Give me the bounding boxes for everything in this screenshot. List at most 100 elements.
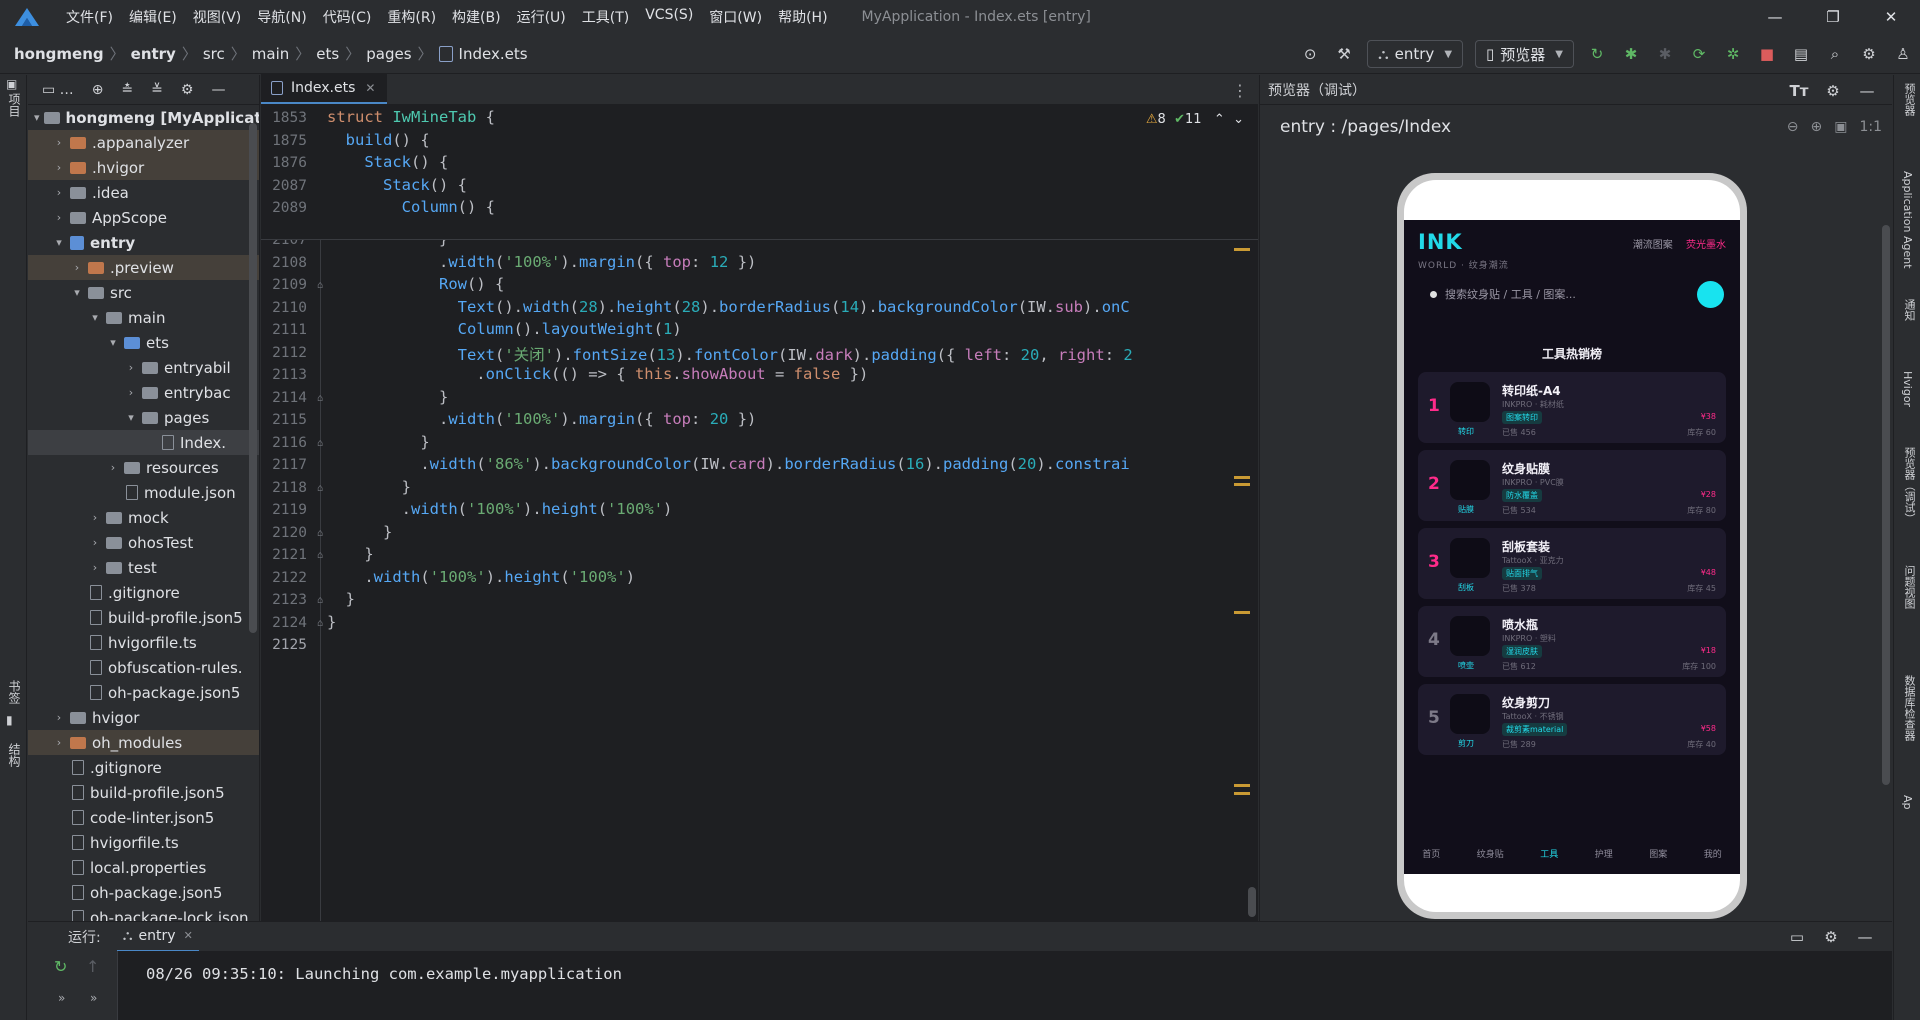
- sticky-code-line[interactable]: build() {: [327, 131, 430, 149]
- apply-changes-icon[interactable]: ⟳: [1687, 42, 1711, 66]
- breadcrumb-main[interactable]: main: [252, 45, 289, 63]
- stripe-mark[interactable]: [1234, 483, 1250, 486]
- more-options-icon[interactable]: ⋮: [1232, 81, 1248, 100]
- chevron-right-icon[interactable]: ›: [88, 536, 102, 549]
- tree-item[interactable]: build-profile.json5: [28, 780, 259, 805]
- tree-item[interactable]: .gitignore: [28, 580, 259, 605]
- search-button[interactable]: [1697, 281, 1724, 308]
- tree-item[interactable]: › resources: [28, 455, 259, 480]
- stripe-mark[interactable]: [1234, 784, 1250, 787]
- bookmarks-tool-tab[interactable]: 书签: [6, 680, 23, 704]
- tree-item[interactable]: › .appanalyzer: [28, 130, 259, 155]
- zoom-ratio[interactable]: 1:1: [1859, 119, 1882, 135]
- previewer-scrollbar[interactable]: [1882, 225, 1890, 785]
- tree-item[interactable]: ▾ hongmeng [MyApplicati: [28, 105, 259, 130]
- menu-item[interactable]: 构建(B): [444, 7, 509, 27]
- tree-item[interactable]: › entrybac: [28, 380, 259, 405]
- bookmark-icon[interactable]: ▮: [6, 713, 13, 727]
- settings-icon[interactable]: ⚙: [1821, 79, 1845, 103]
- tree-item[interactable]: ▾ main: [28, 305, 259, 330]
- fold-marker-icon[interactable]: ⌂: [317, 550, 323, 561]
- right-tool-tab[interactable]: 数据库检查器: [1901, 675, 1917, 741]
- tree-item[interactable]: module.json: [28, 480, 259, 505]
- tab-1[interactable]: 纹身贴: [1477, 847, 1504, 860]
- tree-item[interactable]: ▾ src: [28, 280, 259, 305]
- code-line[interactable]: Text().width(28).height(28).borderRadius…: [327, 298, 1130, 316]
- editor-tab-index-ets[interactable]: Index.ets ✕: [261, 74, 388, 104]
- sticky-code-line[interactable]: Stack() {: [327, 176, 467, 194]
- breadcrumb-src[interactable]: src: [203, 45, 225, 63]
- tree-item[interactable]: oh-package.json5: [28, 680, 259, 705]
- right-tool-tab[interactable]: 预览器（调试）: [1901, 447, 1917, 524]
- search-bar[interactable]: 搜索纹身贴 / 工具 / 图案...: [1418, 274, 1726, 314]
- chevron-right-icon[interactable]: ›: [124, 386, 138, 399]
- structure-tool-tab[interactable]: 结构: [6, 743, 23, 767]
- stripe-mark[interactable]: [1234, 476, 1250, 479]
- chevron-up-icon[interactable]: ⌃: [1214, 112, 1225, 127]
- chevron-right-icon[interactable]: ›: [52, 736, 66, 749]
- breadcrumb-file[interactable]: Index.ets: [459, 45, 528, 63]
- breadcrumb-ets[interactable]: ets: [316, 45, 339, 63]
- menu-item[interactable]: 代码(C): [315, 7, 380, 27]
- right-tool-tab[interactable]: Ap: [1901, 795, 1914, 810]
- folder-icon[interactable]: ▣: [6, 77, 17, 91]
- chevron-down-icon[interactable]: ▾: [106, 336, 120, 349]
- tree-item[interactable]: obfuscation-rules.: [28, 655, 259, 680]
- code-line[interactable]: }: [327, 545, 373, 563]
- tree-item[interactable]: .gitignore: [28, 755, 259, 780]
- tree-item[interactable]: code-linter.json5: [28, 805, 259, 830]
- chevron-down-icon[interactable]: ▾: [34, 111, 40, 124]
- expand-icon[interactable]: »: [90, 991, 97, 1005]
- tab-4[interactable]: 图案: [1649, 847, 1667, 860]
- hide-panel-icon[interactable]: —: [211, 82, 225, 98]
- sticky-scroll-header[interactable]: 1853 struct IwMineTab {1875 build() {1876…: [261, 106, 1258, 240]
- menu-item[interactable]: 工具(T): [574, 7, 637, 27]
- locate-icon[interactable]: ⊕: [92, 82, 104, 98]
- chevron-right-icon[interactable]: ›: [52, 711, 66, 724]
- tree-item[interactable]: hvigorfile.ts: [28, 830, 259, 855]
- sticky-code-line[interactable]: Stack() {: [327, 153, 448, 171]
- right-tool-tab[interactable]: 问题视图: [1901, 565, 1917, 609]
- zoom-in-icon[interactable]: ⊕: [1811, 119, 1823, 135]
- right-tool-tab[interactable]: 通知: [1901, 299, 1917, 321]
- run-config-select[interactable]: ⛬ entry ▼: [1367, 40, 1464, 68]
- fold-marker-icon[interactable]: ⌂: [317, 618, 323, 629]
- sticky-code-line[interactable]: Column() {: [327, 198, 495, 216]
- expand-all-icon[interactable]: ≛: [121, 82, 133, 98]
- gear-icon[interactable]: ⚙: [181, 82, 194, 98]
- tree-item[interactable]: ▾ ets: [28, 330, 259, 355]
- rerun-icon[interactable]: ↻: [1585, 42, 1609, 66]
- code-line[interactable]: }: [327, 613, 336, 631]
- chevron-right-icon[interactable]: ›: [70, 261, 84, 274]
- code-line[interactable]: .width('100%').height('100%'): [327, 568, 635, 586]
- tree-item[interactable]: › .hvigor: [28, 155, 259, 180]
- product-card[interactable]: 5 纹身剪刀 TattooX · 不锈钢 裁剪素material 剪刀 已售 289 ¥58…: [1418, 684, 1726, 755]
- tab-0[interactable]: 首页: [1422, 847, 1440, 860]
- fold-marker-icon[interactable]: ⌂: [317, 393, 323, 404]
- menu-item[interactable]: 编辑(E): [121, 7, 185, 27]
- device-manager-icon[interactable]: ▤: [1789, 42, 1813, 66]
- code-line[interactable]: }: [327, 523, 392, 541]
- tab-3[interactable]: 护理: [1595, 847, 1613, 860]
- stop-icon[interactable]: ■: [1755, 42, 1779, 66]
- chevron-right-icon[interactable]: ›: [88, 511, 102, 524]
- settings-icon[interactable]: ⚙: [1819, 925, 1843, 949]
- code-line[interactable]: .width('86%').backgroundColor(IW.card).b…: [327, 455, 1129, 473]
- minimize-icon[interactable]: —: [1746, 0, 1804, 34]
- stripe-mark[interactable]: [1234, 248, 1250, 251]
- tree-item[interactable]: oh-package.json5: [28, 880, 259, 905]
- hammer-icon[interactable]: ⚒: [1332, 42, 1356, 66]
- menu-item[interactable]: 导航(N): [249, 7, 314, 27]
- user-icon[interactable]: ♙: [1891, 42, 1915, 66]
- chevron-right-icon[interactable]: ›: [52, 161, 66, 174]
- run-tab-entry[interactable]: ⛬ entry ✕: [116, 922, 199, 952]
- fold-marker-icon[interactable]: ⌂: [317, 528, 323, 539]
- chevron-right-icon[interactable]: ›: [88, 561, 102, 574]
- attach-icon[interactable]: ✱: [1653, 42, 1677, 66]
- chevron-down-icon[interactable]: ▾: [124, 411, 138, 424]
- product-card[interactable]: 2 纹身贴膜 INKPRO · PVC膜 防水覆盖 贴膜 已售 534 ¥28 库存 80: [1418, 450, 1726, 521]
- sticky-code-line[interactable]: struct IwMineTab {: [327, 108, 495, 126]
- error-stripe[interactable]: [1234, 106, 1250, 921]
- code-line[interactable]: }: [327, 388, 448, 406]
- tree-item[interactable]: ▾ entry: [28, 230, 259, 255]
